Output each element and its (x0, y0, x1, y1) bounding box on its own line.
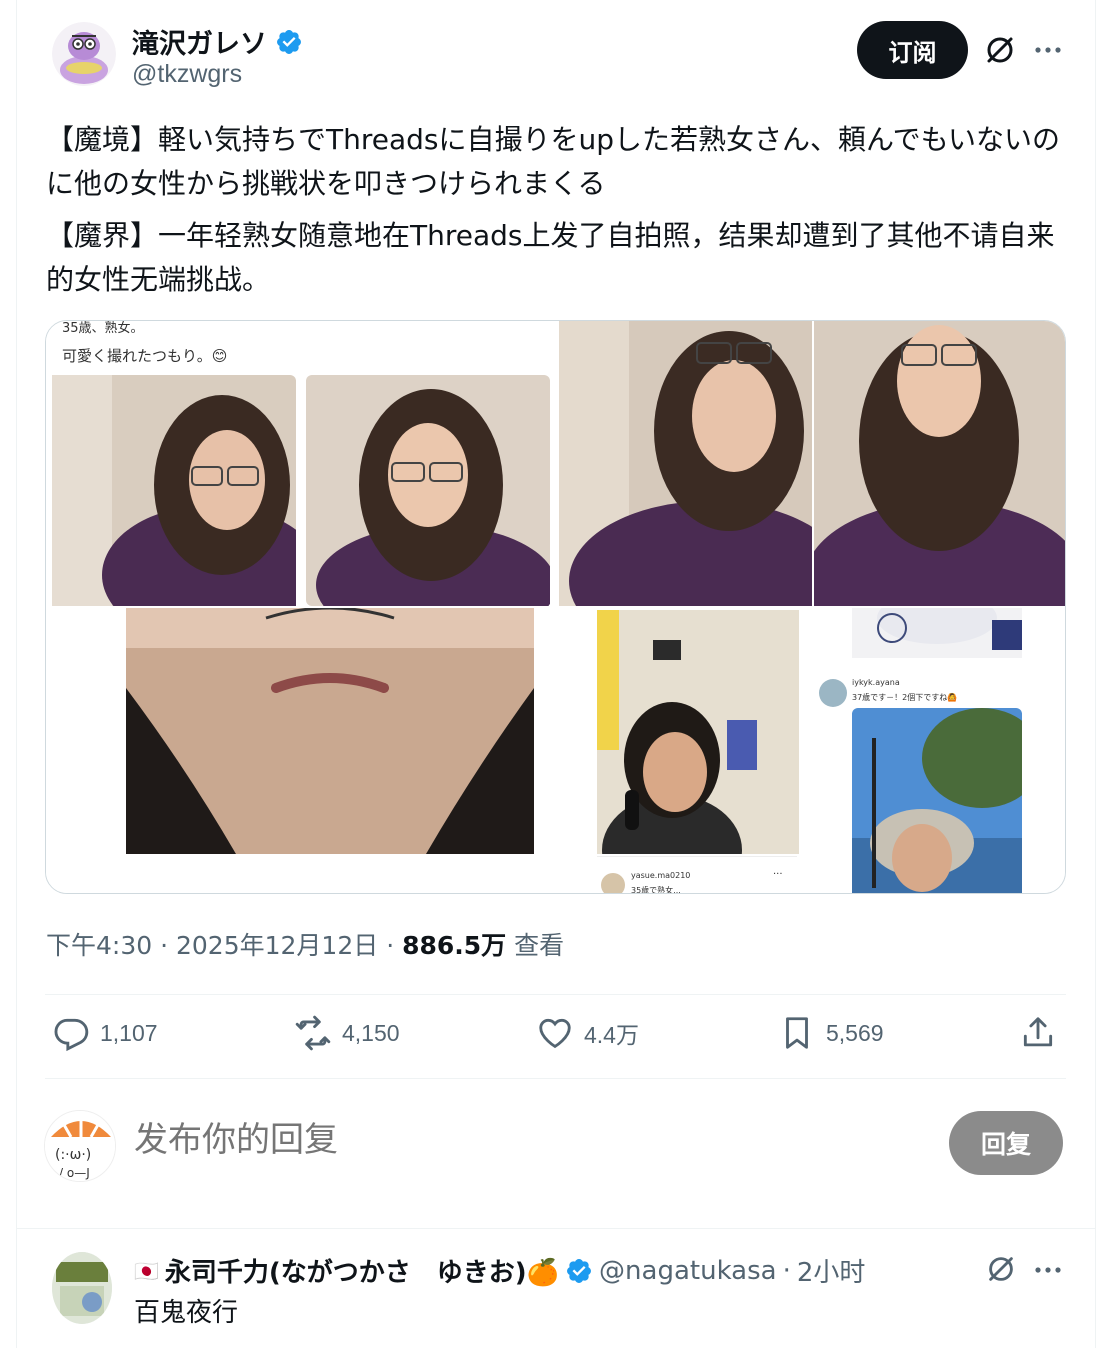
selfie-photo-4 (814, 321, 1065, 606)
reply-text-2: 37歳です－！2個下ですね🙆 (852, 693, 958, 702)
reply-text-1: 35歳で熟女... (631, 886, 681, 894)
reply-author-handle[interactable]: @nagatukasa (599, 1256, 777, 1286)
selfie-photo-2 (306, 375, 550, 606)
views-label: 查看 (514, 931, 565, 960)
reply-header: 🇯🇵 永司千力(ながつかさ ゆきお)🍊 @nagatukasa · 2小时 (134, 1252, 865, 1289)
verified-badge-icon (277, 29, 301, 54)
selfie-photo-1 (52, 375, 296, 606)
reply-time[interactable]: 2小时 (797, 1252, 866, 1289)
svg-text:/ o—J: / o—J (59, 1166, 90, 1180)
author-name-row[interactable]: 滝沢ガレソ (132, 22, 303, 61)
reply-count: 1,107 (100, 1019, 158, 1046)
bookmark-action[interactable]: 5,569 (778, 1014, 884, 1052)
tshirt-crop (852, 608, 1022, 658)
reply-preview-1: yasue.ma0210 35歳で熟女... ··· (597, 856, 797, 894)
flag-icon: 🇯🇵 (134, 1258, 159, 1283)
reply-action[interactable]: 1,107 (52, 1014, 158, 1052)
views-count: 886.5万 (402, 931, 507, 960)
threads-thread: iykyk.ayana 37歳です－！2個下ですね🙆 (816, 608, 1065, 893)
like-count: 4.4万 (584, 1022, 639, 1048)
reply-user-2: iykyk.ayana (852, 678, 900, 687)
share-icon (1023, 1017, 1053, 1047)
reply-dot: · (782, 1255, 791, 1286)
media-image-1[interactable]: 35歳、熟女。 可愛く撮れたつもり。😊 (46, 321, 557, 606)
reply-author-avatar[interactable] (52, 1252, 112, 1324)
reply-user-1: yasue.ma0210 (631, 871, 691, 880)
reply-avatar-2 (819, 679, 847, 707)
author-handle[interactable]: @tkzwgrs (132, 60, 242, 89)
outdoor-selfie (852, 708, 1022, 893)
closeup-photo (126, 608, 534, 854)
my-avatar[interactable]: (:·ω·) / o—J (44, 1110, 116, 1182)
reply-avatar-1 (601, 873, 625, 893)
tweet-meta: 下午4:30 · 2025年12月12日 · 886.5万 查看 (46, 931, 565, 960)
post-caption: 可愛く撮れたつもり。😊 (62, 347, 228, 365)
more-options-icon[interactable] (1030, 1252, 1066, 1288)
tweet-media-grid[interactable]: 35歳、熟女。 可愛く撮れたつもり。😊 yasue.ma0210 35歳で熟女.… (45, 320, 1066, 894)
verified-badge-icon (567, 1258, 592, 1283)
author-name[interactable]: 滝沢ガレソ (132, 22, 267, 61)
reply-submit-button[interactable]: 回复 (949, 1111, 1063, 1175)
tweet-date[interactable]: 2025年12月12日 (176, 931, 378, 960)
author-avatar[interactable] (52, 22, 116, 86)
karaoke-selfie (597, 610, 799, 854)
retweet-icon (295, 1015, 331, 1051)
tweet-text-japanese: 【魔境】軽い気持ちでThreadsに自撮りをupした若熟女さん、頼んでもいないの… (46, 123, 1061, 200)
svg-text:(:·ω·): (:·ω·) (55, 1147, 91, 1163)
media-image-3[interactable] (814, 321, 1065, 606)
like-action[interactable]: 4.4万 (536, 1014, 639, 1052)
section-separator (16, 1228, 1096, 1229)
reply-input[interactable] (134, 1120, 894, 1160)
bookmark-icon (786, 1017, 808, 1049)
heart-icon (539, 1018, 571, 1049)
divider-top (45, 994, 1066, 995)
post-caption-top: 35歳、熟女。 (62, 321, 144, 336)
bookmark-count: 5,569 (826, 1019, 884, 1046)
more-options-icon[interactable] (1030, 32, 1066, 68)
media-image-5[interactable]: yasue.ma0210 35歳で熟女... ··· iykyk.ayana 3… (559, 608, 1065, 894)
reply-text: 百鬼夜行 (134, 1298, 239, 1328)
media-image-4[interactable] (46, 608, 557, 893)
grok-icon[interactable] (984, 1252, 1018, 1286)
reply-icon (54, 1018, 89, 1052)
retweet-action[interactable]: 4,150 (294, 1014, 400, 1052)
reply-dots-1: ··· (773, 869, 783, 880)
reply-author-name[interactable]: 永司千力(ながつかさ ゆきお)🍊 (165, 1252, 559, 1289)
retweet-count: 4,150 (342, 1019, 400, 1046)
divider-bottom (45, 1078, 1066, 1079)
media-image-2[interactable] (559, 321, 812, 606)
grok-icon[interactable] (982, 32, 1018, 68)
tweet-time[interactable]: 下午4:30 (46, 931, 152, 960)
share-action[interactable] (1019, 1014, 1057, 1052)
tweet-text-chinese: 【魔界】一年轻熟女随意地在Threads上发了自拍照，结果却遭到了其他不请自来的… (46, 219, 1055, 296)
subscribe-button[interactable]: 订阅 (857, 21, 968, 79)
selfie-photo-3 (559, 321, 812, 606)
tweet-text: 【魔境】軽い気持ちでThreadsに自撮りをupした若熟女さん、頼んでもいないの… (46, 118, 1066, 310)
